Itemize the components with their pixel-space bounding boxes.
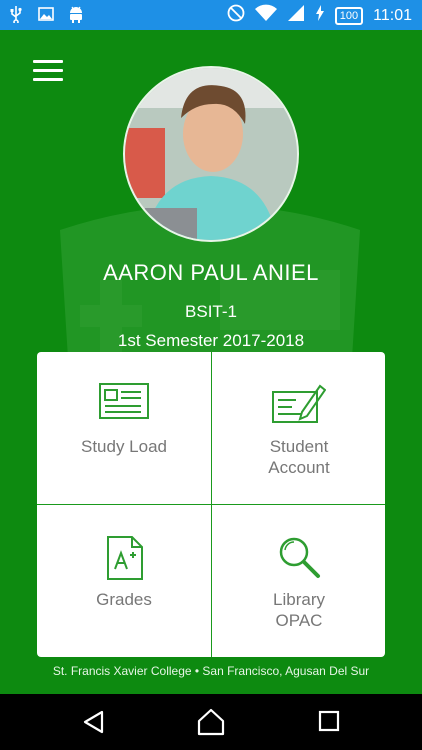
battery-level: 100 — [334, 6, 364, 25]
search-icon — [279, 537, 320, 578]
android-icon — [68, 5, 84, 23]
menu-grid: Study Load Student Account Grades Librar… — [37, 352, 385, 657]
student-account-label-line1: Student — [269, 437, 329, 456]
grades-button[interactable]: Grades — [37, 505, 211, 657]
image-icon — [38, 5, 54, 23]
id-card-icon — [99, 383, 149, 419]
avatar — [123, 66, 299, 242]
library-opac-button[interactable]: Library OPAC — [212, 505, 385, 657]
home-icon[interactable] — [197, 708, 225, 736]
edit-account-icon — [272, 384, 326, 423]
school-footer: St. Francis Xavier College • San Francis… — [52, 664, 370, 678]
back-icon[interactable] — [80, 708, 108, 736]
student-name: AARON PAUL ANIEL — [103, 260, 319, 285]
status-bar: 100 11:01 — [0, 0, 422, 30]
clock: 11:01 — [373, 6, 412, 24]
grades-label: Grades — [96, 590, 152, 609]
charging-icon — [315, 5, 325, 26]
app-screen: AARON PAUL ANIEL BSIT-1 1st Semester 201… — [0, 30, 422, 694]
library-label-line1: Library — [273, 590, 325, 609]
student-course: BSIT-1 — [185, 302, 237, 321]
study-load-button[interactable]: Study Load — [37, 352, 211, 504]
study-load-label: Study Load — [80, 437, 167, 456]
recents-icon[interactable] — [316, 708, 344, 736]
signal-icon — [287, 4, 305, 27]
usb-icon — [8, 5, 24, 23]
do-not-disturb-icon — [227, 4, 245, 27]
library-label-line2: OPAC — [275, 611, 323, 630]
student-account-label-line2: Account — [268, 458, 330, 477]
hamburger-menu-icon[interactable] — [33, 60, 63, 82]
wifi-icon — [254, 4, 277, 27]
semester-label: 1st Semester 2017-2018 — [117, 331, 305, 350]
grades-document-icon — [107, 536, 143, 580]
android-nav-bar — [0, 694, 422, 750]
student-account-button[interactable]: Student Account — [212, 352, 385, 504]
profile-photo — [125, 68, 297, 240]
